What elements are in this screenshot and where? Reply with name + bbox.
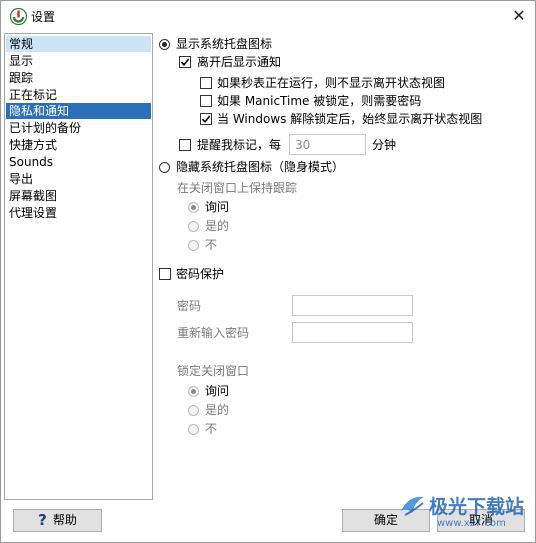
show-tray-icon-label: 显示系统托盘图标 xyxy=(176,37,273,51)
checkmark-icon xyxy=(201,115,211,124)
keep-tracking-yes-radio[interactable] xyxy=(188,221,199,232)
keep-tracking-ask-label: 询问 xyxy=(205,200,230,214)
ok-button-label: 确定 xyxy=(373,513,398,527)
keep-tracking-no-radio[interactable] xyxy=(188,240,199,251)
lock-close-yes-label: 是的 xyxy=(205,403,230,417)
sidebar-item-shortcuts[interactable]: 快捷方式 xyxy=(6,137,151,153)
sidebar-item-display[interactable]: 显示 xyxy=(6,53,151,69)
password-protection-checkbox[interactable] xyxy=(159,268,171,280)
lock-close-title: 锁定关闭窗口 xyxy=(177,364,250,378)
always-show-leave-view-checkbox[interactable] xyxy=(200,113,212,125)
notify-on-leave-checkbox[interactable] xyxy=(179,56,191,68)
keep-tracking-ask-radio[interactable] xyxy=(188,202,199,213)
keep-tracking-title: 在关闭窗口上保持跟踪 xyxy=(177,181,298,195)
checkmark-icon xyxy=(180,58,190,67)
password-input[interactable] xyxy=(292,295,413,316)
remind-interval-field[interactable] xyxy=(290,135,365,154)
lock-close-yes-radio[interactable] xyxy=(188,405,199,416)
require-password-locked-label: 如果 ManicTime 被锁定，则需要密码 xyxy=(217,94,422,108)
watermark-logo-icon xyxy=(401,496,424,516)
no-leave-view-stopwatch-label: 如果秒表正在运行，则不显示离开状态视图 xyxy=(217,76,446,90)
always-show-leave-view-label: 当 Windows 解除锁定后，始终显示离开状态视图 xyxy=(217,112,483,126)
watermark-url: www.xz7.com xyxy=(437,518,506,529)
sidebar-item-proxy[interactable]: 代理设置 xyxy=(6,205,151,221)
sidebar-item-privacy[interactable]: 隐私和通知 xyxy=(6,103,151,119)
notify-on-leave-label: 离开后显示通知 xyxy=(197,55,282,69)
lock-close-ask-label: 询问 xyxy=(205,384,230,398)
settings-window: 设置 ✕ 常规 显示 跟踪 正在标记 隐私和通知 已计划的备份 快捷方式 Sou… xyxy=(0,0,536,543)
reenter-password-label: 重新输入密码 xyxy=(177,326,250,340)
sidebar-item-backup[interactable]: 已计划的备份 xyxy=(6,120,151,136)
sidebar-item-screenshots[interactable]: 屏幕截图 xyxy=(6,188,151,204)
window-title: 设置 xyxy=(31,10,56,24)
help-button-label: 帮助 xyxy=(52,513,77,527)
sidebar-item-tracking[interactable]: 跟踪 xyxy=(6,70,151,86)
remind-tag-label: 提醒我标记，每 xyxy=(197,138,282,152)
watermark: 极光下载站 www.xz7.com xyxy=(397,489,535,539)
remind-unit-label: 分钟 xyxy=(372,138,397,152)
title-bar: 设置 ✕ xyxy=(1,1,535,31)
no-leave-view-stopwatch-checkbox[interactable] xyxy=(200,77,212,89)
sidebar-item-sounds[interactable]: Sounds xyxy=(6,154,151,170)
watermark-text: 极光下载站 xyxy=(429,496,525,518)
show-tray-icon-radio[interactable] xyxy=(159,39,170,50)
help-question-icon: ? xyxy=(38,511,47,529)
help-button[interactable]: ? 帮助 xyxy=(13,509,102,532)
hide-tray-icon-label: 隐藏系统托盘图标（隐身模式） xyxy=(176,160,345,174)
lock-close-no-radio[interactable] xyxy=(188,424,199,435)
sidebar-item-export[interactable]: 导出 xyxy=(6,171,151,187)
keep-tracking-no-label: 不 xyxy=(205,238,218,252)
close-icon: ✕ xyxy=(512,6,526,25)
lock-close-no-label: 不 xyxy=(205,422,218,436)
close-button[interactable]: ✕ xyxy=(509,6,529,26)
keep-tracking-yes-label: 是的 xyxy=(205,219,230,233)
remind-interval-input[interactable] xyxy=(289,134,366,155)
sidebar-item-tagging[interactable]: 正在标记 xyxy=(6,87,151,103)
require-password-locked-checkbox[interactable] xyxy=(200,95,212,107)
hide-tray-icon-radio[interactable] xyxy=(159,162,170,173)
reenter-password-input[interactable] xyxy=(292,322,413,343)
manictime-logo-icon xyxy=(10,8,27,25)
password-field[interactable] xyxy=(293,296,412,315)
remind-tag-checkbox[interactable] xyxy=(179,139,191,151)
settings-category-list[interactable]: 常规 显示 跟踪 正在标记 隐私和通知 已计划的备份 快捷方式 Sounds 导… xyxy=(4,33,153,500)
lock-close-ask-radio[interactable] xyxy=(188,386,199,397)
password-label: 密码 xyxy=(177,299,202,313)
reenter-password-field[interactable] xyxy=(293,323,412,342)
password-protection-label: 密码保护 xyxy=(176,267,225,281)
sidebar-item-general[interactable]: 常规 xyxy=(6,36,151,52)
